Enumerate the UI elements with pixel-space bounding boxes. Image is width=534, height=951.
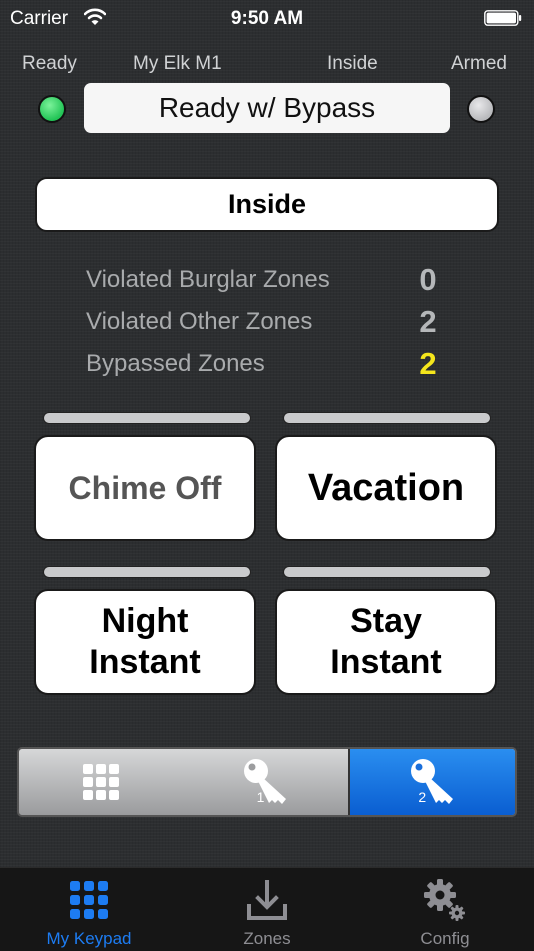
segment-key-2[interactable]: 2 [348, 749, 515, 815]
violated-other-zones-count: 2 [419, 304, 437, 339]
tab-config[interactable]: Config [356, 868, 534, 951]
keypad-segmented-control: 1 2 [17, 747, 517, 817]
night-instant-indicator-bar [43, 566, 251, 578]
keypad-grid-icon [83, 764, 120, 800]
armed-label: Armed [451, 53, 507, 74]
stay-instant-indicator-bar [283, 566, 491, 578]
chime-indicator-bar [43, 412, 251, 424]
stay-instant-button[interactable]: Stay Instant [275, 589, 497, 695]
segment-keypad[interactable] [19, 749, 184, 815]
violated-other-zones-label: Violated Other Zones [86, 308, 313, 335]
download-tray-icon [247, 880, 287, 920]
segment-key-1[interactable]: 1 [184, 749, 349, 815]
area-label: Inside [327, 53, 378, 74]
ready-indicator-led [38, 95, 66, 123]
tab-zones[interactable]: Zones [178, 868, 356, 951]
violated-burglar-zones-count: 0 [419, 262, 437, 297]
night-instant-button[interactable]: Night Instant [34, 589, 256, 695]
bypassed-zones-label: Bypassed Zones [86, 350, 265, 377]
tab-my-keypad-label: My Keypad [46, 929, 132, 948]
tab-bar: My Keypad Zones Config [0, 867, 534, 951]
vacation-button[interactable]: Vacation [275, 435, 497, 541]
stay-instant-line1: Stay [350, 602, 422, 640]
battery-icon [484, 10, 522, 26]
night-instant-line2: Instant [89, 643, 201, 681]
tab-my-keypad[interactable]: My Keypad [0, 868, 178, 951]
tab-config-label: Config [420, 929, 470, 948]
tab-zones-label: Zones [243, 929, 291, 948]
chime-button[interactable]: Chime Off [34, 435, 256, 541]
violated-burglar-zones-label: Violated Burglar Zones [86, 266, 330, 293]
key-icon [410, 759, 453, 804]
status-bar: Carrier 9:50 AM [0, 0, 534, 38]
area-mode-button[interactable]: Inside [35, 177, 499, 232]
ready-label: Ready [22, 53, 77, 74]
bypassed-zones-count: 2 [419, 346, 437, 381]
segment-key-1-number: 1 [256, 789, 265, 805]
clock: 9:50 AM [230, 8, 304, 29]
vacation-indicator-bar [283, 412, 491, 424]
armed-indicator-led [467, 95, 495, 123]
stay-instant-line2: Instant [330, 643, 442, 681]
key-icon [244, 759, 286, 804]
status-display: Ready w/ Bypass [84, 83, 450, 133]
keypad-grid-icon [70, 881, 108, 919]
segment-key-2-number: 2 [418, 789, 427, 805]
gear-icon [424, 879, 465, 921]
night-instant-line1: Night [101, 602, 189, 640]
panel-name: My Elk M1 [133, 53, 222, 74]
